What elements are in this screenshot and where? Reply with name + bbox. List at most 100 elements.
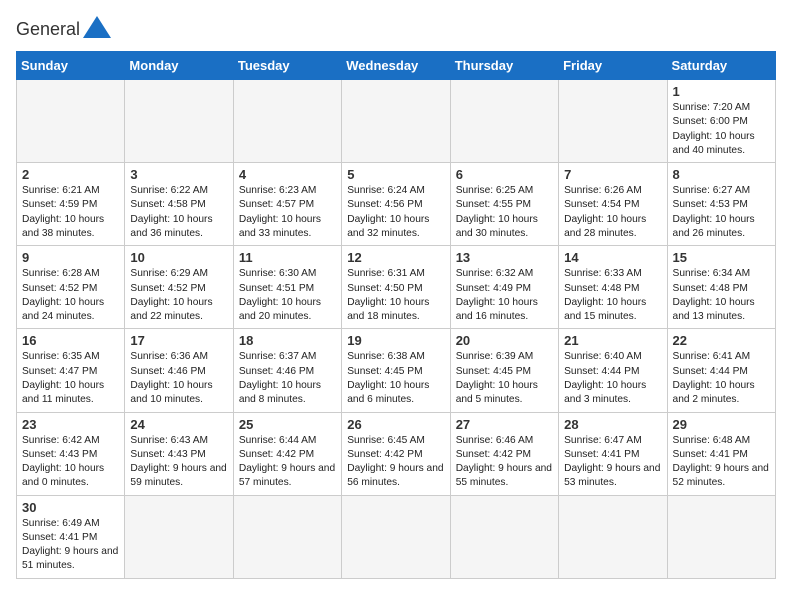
calendar-cell [342, 80, 450, 163]
calendar-cell: 25 Sunrise: 6:44 AM Sunset: 4:42 PM Dayli… [233, 412, 341, 495]
logo-triangle-icon [83, 16, 111, 38]
col-header-monday: Monday [125, 52, 233, 80]
calendar-cell: 26 Sunrise: 6:45 AM Sunset: 4:42 PM Dayli… [342, 412, 450, 495]
calendar-cell: 8 Sunrise: 6:27 AM Sunset: 4:53 PM Daylig… [667, 163, 775, 246]
day-number: 10 [130, 250, 227, 265]
logo-general-text: General [16, 19, 80, 40]
day-info: Sunrise: 6:25 AM Sunset: 4:55 PM Dayligh… [456, 184, 553, 241]
calendar-week-row: 1 Sunrise: 7:20 AM Sunset: 6:00 PM Daylig… [17, 80, 776, 163]
calendar-cell: 7 Sunrise: 6:26 AM Sunset: 4:54 PM Daylig… [559, 163, 667, 246]
day-info: Sunrise: 6:36 AM Sunset: 4:46 PM Dayligh… [130, 350, 227, 407]
day-number: 24 [130, 417, 227, 432]
day-number: 29 [673, 417, 770, 432]
calendar-cell [450, 495, 558, 578]
day-info: Sunrise: 7:20 AM Sunset: 6:00 PM Dayligh… [673, 101, 770, 158]
calendar-week-row: 9Sunrise: 6:28 AM Sunset: 4:52 PM Daylig… [17, 246, 776, 329]
day-number: 25 [239, 417, 336, 432]
day-number: 30 [22, 500, 119, 515]
calendar-cell [559, 80, 667, 163]
day-number: 11 [239, 250, 336, 265]
day-info: Sunrise: 6:35 AM Sunset: 4:47 PM Dayligh… [22, 350, 119, 407]
calendar-week-row: 2Sunrise: 6:21 AM Sunset: 4:59 PM Daylig… [17, 163, 776, 246]
day-number: 28 [564, 417, 661, 432]
calendar-cell: 16 Sunrise: 6:35 AM Sunset: 4:47 PM Dayli… [17, 329, 125, 412]
day-info: Sunrise: 6:22 AM Sunset: 4:58 PM Dayligh… [130, 184, 227, 241]
calendar-cell: 13 Sunrise: 6:32 AM Sunset: 4:49 PM Dayli… [450, 246, 558, 329]
col-header-thursday: Thursday [450, 52, 558, 80]
day-info: Sunrise: 6:44 AM Sunset: 4:42 PM Dayligh… [239, 434, 336, 491]
calendar-cell [233, 495, 341, 578]
calendar-cell: 9Sunrise: 6:28 AM Sunset: 4:52 PM Daylig… [17, 246, 125, 329]
calendar-cell: 21Sunrise: 6:40 AM Sunset: 4:44 PM Dayli… [559, 329, 667, 412]
calendar-cell: 23Sunrise: 6:42 AM Sunset: 4:43 PM Dayli… [17, 412, 125, 495]
day-info: Sunrise: 6:32 AM Sunset: 4:49 PM Dayligh… [456, 267, 553, 324]
day-info: Sunrise: 6:43 AM Sunset: 4:43 PM Dayligh… [130, 434, 227, 491]
day-info: Sunrise: 6:42 AM Sunset: 4:43 PM Dayligh… [22, 434, 119, 491]
calendar-cell: 27 Sunrise: 6:46 AM Sunset: 4:42 PM Dayli… [450, 412, 558, 495]
day-info: Sunrise: 6:45 AM Sunset: 4:42 PM Dayligh… [347, 434, 444, 491]
calendar-cell: 29 Sunrise: 6:48 AM Sunset: 4:41 PM Dayli… [667, 412, 775, 495]
day-number: 13 [456, 250, 553, 265]
day-number: 9 [22, 250, 119, 265]
calendar-cell: 22 Sunrise: 6:41 AM Sunset: 4:44 PM Dayli… [667, 329, 775, 412]
day-number: 2 [22, 167, 119, 182]
day-number: 26 [347, 417, 444, 432]
day-info: Sunrise: 6:26 AM Sunset: 4:54 PM Dayligh… [564, 184, 661, 241]
calendar-cell: 6Sunrise: 6:25 AM Sunset: 4:55 PM Daylig… [450, 163, 558, 246]
calendar-cell: 4Sunrise: 6:23 AM Sunset: 4:57 PM Daylig… [233, 163, 341, 246]
page-header: General [16, 16, 776, 43]
day-info: Sunrise: 6:27 AM Sunset: 4:53 PM Dayligh… [673, 184, 770, 241]
calendar-cell: 19Sunrise: 6:38 AM Sunset: 4:45 PM Dayli… [342, 329, 450, 412]
calendar-cell [125, 495, 233, 578]
calendar-cell [17, 80, 125, 163]
col-header-wednesday: Wednesday [342, 52, 450, 80]
day-number: 27 [456, 417, 553, 432]
calendar-cell: 3 Sunrise: 6:22 AM Sunset: 4:58 PM Daylig… [125, 163, 233, 246]
col-header-saturday: Saturday [667, 52, 775, 80]
day-number: 22 [673, 333, 770, 348]
day-info: Sunrise: 6:34 AM Sunset: 4:48 PM Dayligh… [673, 267, 770, 324]
day-number: 12 [347, 250, 444, 265]
day-number: 8 [673, 167, 770, 182]
calendar-header-row: SundayMondayTuesdayWednesdayThursdayFrid… [17, 52, 776, 80]
day-number: 19 [347, 333, 444, 348]
calendar-cell [450, 80, 558, 163]
day-info: Sunrise: 6:48 AM Sunset: 4:41 PM Dayligh… [673, 434, 770, 491]
calendar-cell: 17Sunrise: 6:36 AM Sunset: 4:46 PM Dayli… [125, 329, 233, 412]
day-info: Sunrise: 6:47 AM Sunset: 4:41 PM Dayligh… [564, 434, 661, 491]
day-number: 7 [564, 167, 661, 182]
calendar-cell [342, 495, 450, 578]
day-info: Sunrise: 6:37 AM Sunset: 4:46 PM Dayligh… [239, 350, 336, 407]
calendar-cell: 12 Sunrise: 6:31 AM Sunset: 4:50 PM Dayli… [342, 246, 450, 329]
calendar-cell: 5Sunrise: 6:24 AM Sunset: 4:56 PM Daylig… [342, 163, 450, 246]
calendar-cell: 20 Sunrise: 6:39 AM Sunset: 4:45 PM Dayli… [450, 329, 558, 412]
calendar-cell: 2Sunrise: 6:21 AM Sunset: 4:59 PM Daylig… [17, 163, 125, 246]
calendar-table: SundayMondayTuesdayWednesdayThursdayFrid… [16, 51, 776, 579]
day-info: Sunrise: 6:41 AM Sunset: 4:44 PM Dayligh… [673, 350, 770, 407]
day-number: 16 [22, 333, 119, 348]
calendar-week-row: 16 Sunrise: 6:35 AM Sunset: 4:47 PM Dayli… [17, 329, 776, 412]
calendar-cell: 30 Sunrise: 6:49 AM Sunset: 4:41 PM Dayli… [17, 495, 125, 578]
day-info: Sunrise: 6:29 AM Sunset: 4:52 PM Dayligh… [130, 267, 227, 324]
day-number: 5 [347, 167, 444, 182]
calendar-cell: 24 Sunrise: 6:43 AM Sunset: 4:43 PM Dayli… [125, 412, 233, 495]
calendar-cell: 11Sunrise: 6:30 AM Sunset: 4:51 PM Dayli… [233, 246, 341, 329]
day-info: Sunrise: 6:23 AM Sunset: 4:57 PM Dayligh… [239, 184, 336, 241]
col-header-tuesday: Tuesday [233, 52, 341, 80]
calendar-week-row: 30 Sunrise: 6:49 AM Sunset: 4:41 PM Dayli… [17, 495, 776, 578]
logo: General [16, 16, 111, 43]
day-number: 20 [456, 333, 553, 348]
calendar-cell [125, 80, 233, 163]
day-info: Sunrise: 6:46 AM Sunset: 4:42 PM Dayligh… [456, 434, 553, 491]
day-info: Sunrise: 6:49 AM Sunset: 4:41 PM Dayligh… [22, 517, 119, 574]
day-info: Sunrise: 6:31 AM Sunset: 4:50 PM Dayligh… [347, 267, 444, 324]
calendar-cell: 18 Sunrise: 6:37 AM Sunset: 4:46 PM Dayli… [233, 329, 341, 412]
calendar-week-row: 23Sunrise: 6:42 AM Sunset: 4:43 PM Dayli… [17, 412, 776, 495]
day-number: 1 [673, 84, 770, 99]
calendar-cell: 15Sunrise: 6:34 AM Sunset: 4:48 PM Dayli… [667, 246, 775, 329]
day-info: Sunrise: 6:39 AM Sunset: 4:45 PM Dayligh… [456, 350, 553, 407]
calendar-cell [667, 495, 775, 578]
day-number: 18 [239, 333, 336, 348]
day-number: 3 [130, 167, 227, 182]
day-info: Sunrise: 6:33 AM Sunset: 4:48 PM Dayligh… [564, 267, 661, 324]
